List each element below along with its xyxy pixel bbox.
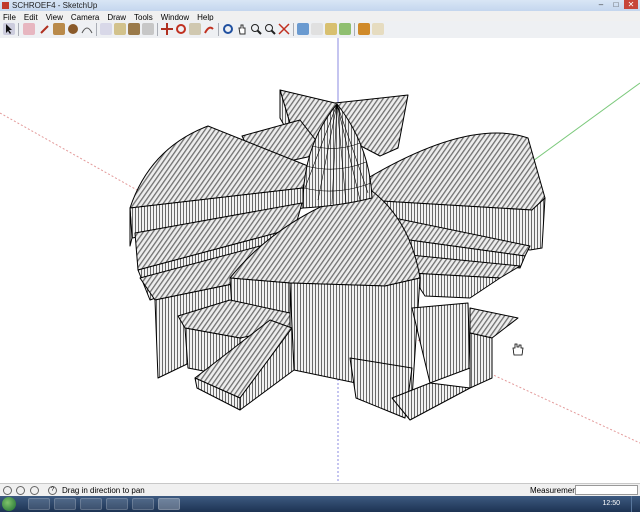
taskbar-clock[interactable]: 12:50	[602, 496, 620, 512]
offset-icon[interactable]	[203, 23, 215, 35]
zoom-window-icon[interactable]	[264, 23, 276, 35]
show-desktop-button[interactable]	[631, 496, 640, 512]
screw-model[interactable]	[129, 89, 546, 421]
rotate-icon[interactable]	[175, 23, 187, 35]
model-canvas[interactable]	[0, 38, 640, 483]
eraser-tool-icon[interactable]	[142, 23, 154, 35]
close-button[interactable]: ✕	[624, 0, 638, 9]
eraser-icon[interactable]	[23, 23, 35, 35]
circle-icon[interactable]	[67, 23, 79, 35]
zoom-extents-icon[interactable]	[278, 23, 290, 35]
pan-hand-cursor	[512, 343, 524, 356]
zoom-icon[interactable]	[250, 23, 262, 35]
taskbar-app[interactable]	[132, 498, 154, 510]
measurements-input[interactable]	[575, 485, 638, 495]
get-models-icon[interactable]	[297, 23, 309, 35]
minimize-button[interactable]: –	[594, 0, 608, 9]
pan-icon[interactable]	[236, 23, 248, 35]
toolbar-separator	[354, 23, 355, 36]
taskbar-explorer[interactable]	[28, 498, 50, 510]
taskbar-firefox[interactable]	[80, 498, 102, 510]
toolbar-separator	[96, 23, 97, 36]
paint-bucket-icon[interactable]	[114, 23, 126, 35]
taskbar-media-player[interactable]	[54, 498, 76, 510]
window-controls: – □ ✕	[593, 0, 638, 11]
add-location-icon[interactable]	[339, 23, 351, 35]
window-title: SCHROEF4 - SketchUp	[12, 1, 98, 10]
main-toolbar	[0, 21, 640, 39]
start-button[interactable]	[2, 497, 16, 511]
share-model-icon[interactable]	[311, 23, 323, 35]
modeling-viewport[interactable]	[0, 38, 640, 483]
toolbar-separator	[157, 23, 158, 36]
select-tool-icon[interactable]	[3, 23, 15, 35]
menu-bar: File Edit View Camera Draw Tools Window Help	[0, 11, 640, 22]
title-bar: SCHROEF4 - SketchUp – □ ✕	[0, 0, 640, 11]
arc-icon[interactable]	[81, 23, 93, 35]
system-tray: 12:50	[548, 496, 640, 512]
credits-icon[interactable]	[16, 486, 25, 495]
move-icon[interactable]	[161, 23, 173, 35]
toolbar-separator	[293, 23, 294, 36]
follow-me-icon[interactable]	[189, 23, 201, 35]
toggle-terrain-icon[interactable]	[358, 23, 370, 35]
sketchup-app-icon	[2, 2, 9, 9]
push-pull-icon[interactable]	[128, 23, 140, 35]
taskbar-app[interactable]	[106, 498, 128, 510]
rectangle-icon[interactable]	[53, 23, 65, 35]
pencil-icon[interactable]	[39, 23, 51, 35]
help-icon[interactable]: ?	[48, 486, 57, 495]
toolbar-separator	[18, 23, 19, 36]
windows-taskbar: 12:50	[0, 496, 640, 512]
share-component-icon[interactable]	[325, 23, 337, 35]
make-component-icon[interactable]	[100, 23, 112, 35]
geo-location-icon[interactable]	[3, 486, 12, 495]
status-bar: ? Drag in direction to pan Measurements	[0, 483, 640, 497]
user-icon[interactable]	[30, 486, 39, 495]
photo-texture-icon[interactable]	[372, 23, 384, 35]
toolbar-separator	[218, 23, 219, 36]
orbit-icon[interactable]	[222, 23, 234, 35]
maximize-button[interactable]: □	[609, 0, 623, 9]
taskbar-sketchup[interactable]	[158, 498, 180, 510]
